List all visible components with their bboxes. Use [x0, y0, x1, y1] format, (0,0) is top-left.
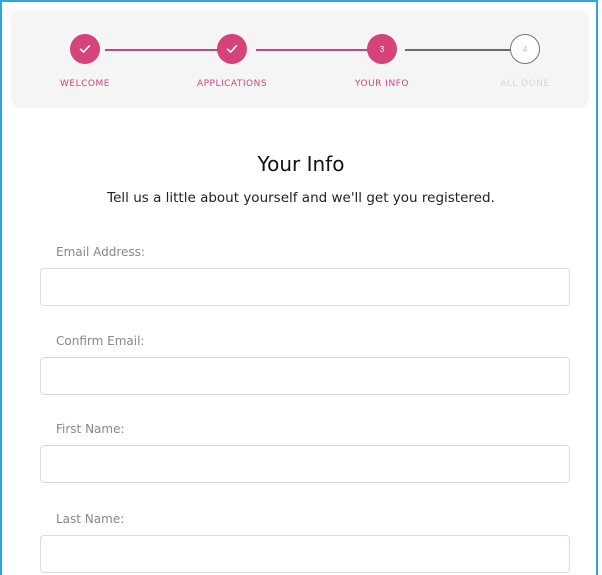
first-name-field[interactable] — [40, 445, 570, 483]
check-icon — [79, 45, 91, 53]
check-icon — [226, 45, 238, 53]
email-label: Email Address: — [56, 245, 145, 259]
step-label-your-info: YOUR INFO — [355, 79, 409, 89]
step-applications-circle — [217, 34, 247, 64]
step-your-info-circle: 3 — [367, 34, 397, 64]
page-subtitle: Tell us a little about yourself and we'l… — [107, 190, 495, 206]
email-field[interactable] — [40, 268, 570, 306]
step-label-all-done: ALL DONE — [500, 79, 550, 89]
step-number: 4 — [522, 44, 528, 54]
step-all-done-circle: 4 — [510, 34, 540, 64]
registration-frame: 3 4 WELCOME APPLICATIONS YOUR INFO ALL D… — [0, 0, 598, 575]
step-label-welcome: WELCOME — [60, 79, 110, 89]
step-number: 3 — [379, 44, 385, 54]
page-title: Your Info — [257, 152, 345, 176]
progress-stepper: 3 4 WELCOME APPLICATIONS YOUR INFO ALL D… — [11, 10, 589, 108]
step-connector-2 — [256, 49, 373, 51]
confirm-email-label: Confirm Email: — [56, 334, 145, 348]
step-connector-3 — [405, 49, 522, 51]
step-welcome-circle — [70, 34, 100, 64]
step-label-applications: APPLICATIONS — [196, 79, 268, 89]
last-name-field[interactable] — [40, 535, 570, 573]
last-name-label: Last Name: — [56, 512, 125, 526]
step-connector-1 — [105, 49, 222, 51]
first-name-label: First Name: — [56, 422, 125, 436]
confirm-email-field[interactable] — [40, 357, 570, 395]
